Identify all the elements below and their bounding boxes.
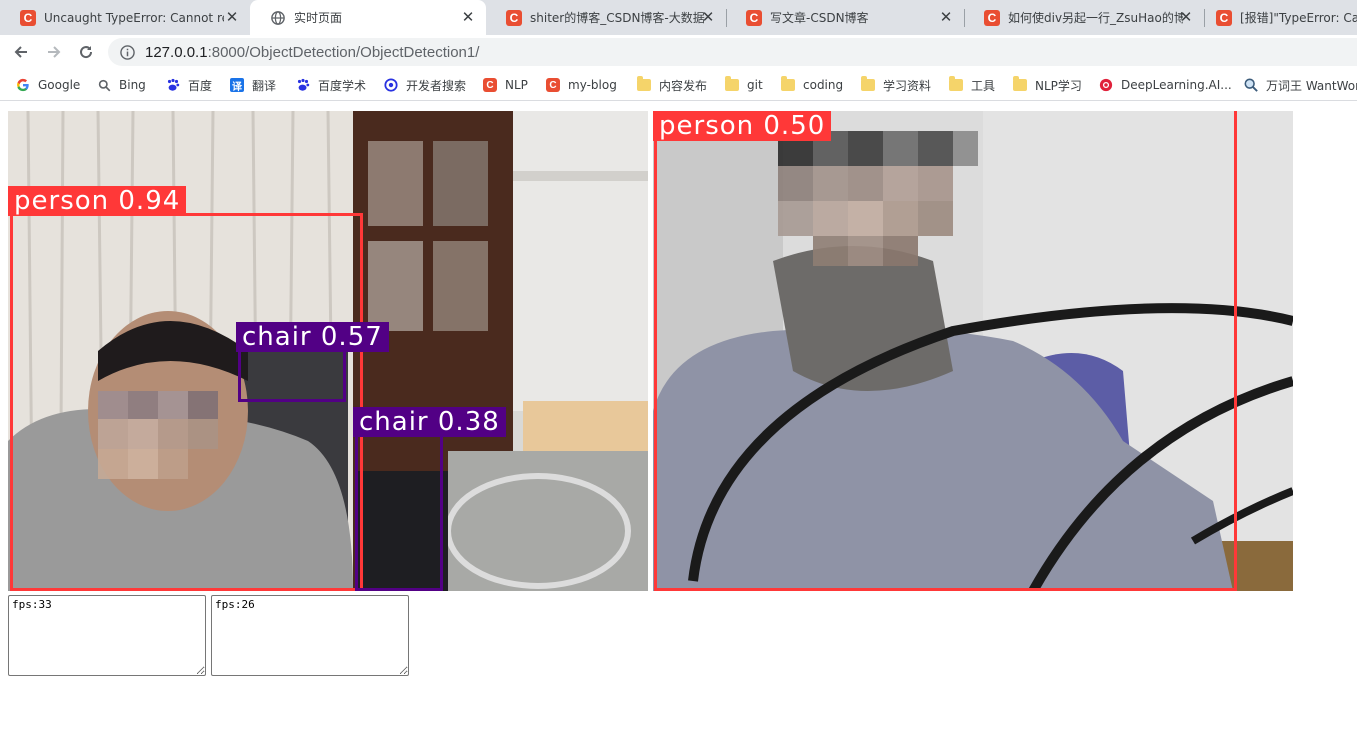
bookmarks-bar: Google Bing 百度 译 翻译 百度学术 开发者搜索 C NLP C m… — [0, 69, 1357, 101]
detection-label-person: person 0.94 — [8, 186, 187, 216]
baidu-icon — [166, 78, 180, 92]
bookmark-folder-content[interactable]: 内容发布 — [637, 76, 707, 94]
bookmark-folder-tools[interactable]: 工具 — [949, 76, 995, 94]
bookmark-google[interactable]: Google — [16, 76, 80, 94]
url-path: :8000/ObjectDetection/ObjectDetection1/ — [207, 43, 480, 61]
folder-icon — [637, 76, 651, 91]
bookmark-deeplearning-ai[interactable]: DeepLearning.AI... — [1099, 76, 1232, 94]
csdn-icon: C — [483, 78, 497, 92]
folder-icon — [861, 76, 875, 91]
folder-icon — [949, 76, 963, 91]
bookmark-label: 翻译 — [252, 78, 277, 93]
bookmark-label: NLP学习 — [1035, 78, 1082, 93]
bookmark-label: 学习资料 — [883, 78, 932, 93]
fps-display-1[interactable]: fps:33 — [8, 595, 206, 676]
bookmark-wantwords[interactable]: 万词王 WantWords — [1244, 76, 1357, 94]
tab-title: [报错]"TypeError: Can — [1240, 11, 1357, 25]
magnifier-icon — [1244, 78, 1258, 92]
dev-search-icon — [384, 78, 398, 92]
arrow-right-icon — [48, 46, 61, 58]
video-stream-2: person 0.50 — [653, 111, 1293, 591]
csdn-icon: C — [506, 9, 522, 26]
detection-box-person — [654, 111, 1237, 591]
reload-button[interactable] — [73, 39, 99, 65]
bookmark-folder-coding[interactable]: coding — [781, 76, 843, 94]
arrow-left-icon — [14, 46, 27, 58]
bookmark-label: 开发者搜索 — [406, 78, 467, 93]
toolbar: 127.0.0.1:8000/ObjectDetection/ObjectDet… — [0, 35, 1357, 69]
detection-label-chair: chair 0.38 — [353, 407, 506, 437]
bookmark-translate[interactable]: 译 翻译 — [230, 76, 276, 94]
bookmark-label: Bing — [119, 78, 146, 92]
bookmark-dev-search[interactable]: 开发者搜索 — [384, 76, 466, 94]
detection-box-person — [10, 213, 363, 591]
bookmark-label: my-blog — [568, 78, 617, 92]
bookmark-label: coding — [803, 78, 844, 92]
tab-title: 写文章-CSDN博客 — [770, 11, 869, 25]
back-button[interactable] — [8, 39, 34, 65]
tab-title: Uncaught TypeError: Cannot read — [44, 10, 224, 25]
bookmark-baidu-scholar[interactable]: 百度学术 — [296, 76, 366, 94]
tab-strip: C Uncaught TypeError: Cannot read ✕ 实时页面… — [0, 0, 1357, 35]
globe-icon — [270, 10, 286, 26]
bookmark-label: 内容发布 — [659, 78, 708, 93]
tab-title: 如何使div另起一行_ZsuHao的博 — [1008, 11, 1183, 25]
detection-box-chair — [355, 434, 443, 591]
close-icon[interactable]: ✕ — [460, 9, 476, 25]
bookmark-label: DeepLearning.AI... — [1121, 78, 1232, 92]
close-icon[interactable]: ✕ — [1178, 9, 1194, 25]
google-icon — [16, 78, 30, 92]
bookmark-folder-git[interactable]: git — [725, 76, 763, 94]
csdn-icon: C — [1216, 9, 1232, 26]
bookmark-nlp[interactable]: C NLP — [483, 76, 528, 94]
close-icon[interactable]: ✕ — [938, 9, 954, 25]
detection-label-chair: chair 0.57 — [236, 322, 389, 352]
search-icon — [97, 78, 111, 92]
bookmark-folder-nlp[interactable]: NLP学习 — [1013, 76, 1082, 94]
csdn-icon: C — [746, 9, 762, 26]
bookmark-label: 百度学术 — [318, 78, 367, 93]
video-stream-1: person 0.94 chair 0.57 chair 0.38 — [8, 111, 648, 591]
bookmark-folder-study[interactable]: 学习资料 — [861, 76, 931, 94]
tab-shiter-blog[interactable]: C shiter的博客_CSDN博客-大数据 ✕ — [486, 0, 726, 35]
csdn-icon: C — [546, 78, 560, 92]
bookmark-bing[interactable]: Bing — [97, 76, 146, 94]
bookmark-label: 万词王 WantWords — [1266, 78, 1357, 93]
bookmark-label: 工具 — [971, 78, 996, 93]
tab-div-newline[interactable]: C 如何使div另起一行_ZsuHao的博 ✕ — [964, 0, 1204, 35]
tab-title: shiter的博客_CSDN博客-大数据 — [530, 11, 705, 25]
tab-typeerror-report[interactable]: C [报错]"TypeError: Can — [1204, 0, 1357, 35]
close-icon[interactable]: ✕ — [700, 9, 716, 25]
tab-realtime-page[interactable]: 实时页面 ✕ — [250, 0, 486, 35]
bookmark-baidu[interactable]: 百度 — [166, 76, 212, 94]
bookmark-label: NLP — [505, 78, 528, 92]
csdn-icon: C — [20, 9, 36, 26]
detection-box-chair — [238, 349, 346, 402]
bookmark-my-blog[interactable]: C my-blog — [546, 76, 617, 94]
translate-icon: 译 — [230, 78, 244, 93]
close-icon[interactable]: ✕ — [224, 9, 240, 25]
csdn-icon: C — [984, 9, 1000, 26]
reload-icon — [80, 46, 93, 59]
tab-uncaught-typeerror[interactable]: C Uncaught TypeError: Cannot read ✕ — [0, 0, 250, 35]
bookmark-label: git — [747, 78, 763, 92]
info-icon[interactable] — [119, 44, 135, 60]
folder-icon — [725, 76, 739, 91]
bookmark-label: Google — [38, 78, 81, 92]
detection-label-person: person 0.50 — [653, 111, 832, 141]
folder-icon — [1013, 76, 1027, 91]
bookmark-label: 百度 — [188, 78, 213, 93]
folder-icon — [781, 76, 795, 91]
deeplearning-icon — [1099, 78, 1113, 92]
address-bar[interactable]: 127.0.0.1:8000/ObjectDetection/ObjectDet… — [108, 38, 1357, 66]
baidu-icon — [296, 78, 310, 92]
tab-write-article[interactable]: C 写文章-CSDN博客 ✕ — [726, 0, 964, 35]
url-host: 127.0.0.1 — [145, 43, 208, 61]
fps-display-2[interactable]: fps:26 — [211, 595, 409, 676]
forward-button[interactable] — [41, 39, 67, 65]
tab-title: 实时页面 — [294, 11, 343, 25]
